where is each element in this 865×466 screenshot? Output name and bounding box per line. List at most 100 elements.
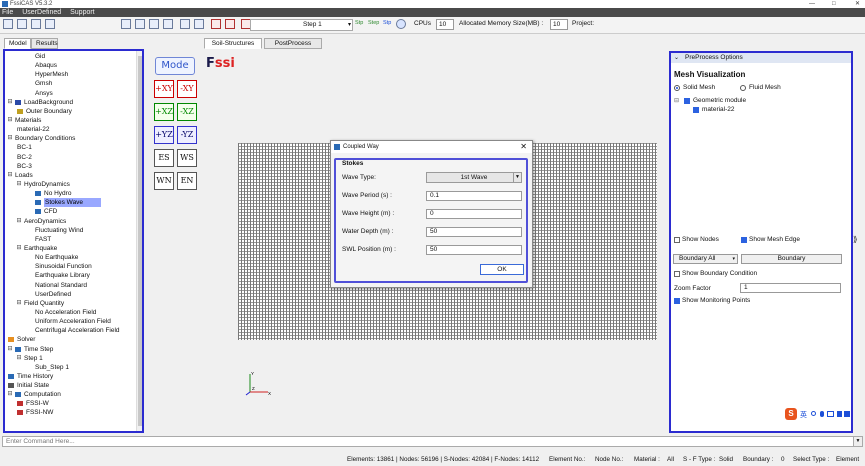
command-input[interactable]: Enter Command Here... [2, 436, 854, 447]
tree-item[interactable]: BC-1 [5, 143, 142, 152]
tree-item[interactable]: Initial State [5, 381, 142, 390]
tree-item[interactable]: FSSI-W [5, 399, 142, 408]
tree-item[interactable]: UserDefined [5, 290, 142, 299]
tree-item[interactable]: HyperMesh [5, 70, 142, 79]
tree-item[interactable]: CFD [5, 207, 142, 216]
view-button-minus-xz[interactable]: -XZ [177, 103, 197, 121]
open-folder-icon[interactable] [17, 19, 27, 29]
tree-item[interactable]: ⊟ AeroDynamics [5, 217, 142, 226]
expand-toggle-icon[interactable]: ⊟ [16, 299, 22, 308]
tree-scrollbar[interactable] [136, 51, 142, 431]
mesh-icon[interactable] [163, 19, 173, 29]
dialog-close-button[interactable]: ✕ [520, 141, 527, 153]
tree-item[interactable]: ⊟ Time Step [5, 345, 142, 354]
menu-file[interactable]: File [2, 9, 13, 16]
collapse-panel-icon[interactable]: ⟫ [853, 235, 863, 247]
tree-item[interactable]: ⊟ Step 1 [5, 354, 142, 363]
expand-toggle-icon[interactable]: ⊟ [7, 134, 13, 143]
dialog-title-bar[interactable]: Coupled Way ✕ [331, 141, 532, 153]
punctuation-icon[interactable] [811, 411, 816, 416]
zoom-factor-input[interactable]: 1 [740, 283, 841, 293]
tree-item[interactable]: Sub_Step 1 [5, 363, 142, 372]
tree-item[interactable]: Time History [5, 372, 142, 381]
shirt-icon[interactable] [837, 411, 842, 417]
expand-toggle-icon[interactable]: ⊟ [16, 244, 22, 253]
view-button-minus-yz[interactable]: -YZ [177, 126, 197, 144]
menu-support[interactable]: Support [70, 9, 95, 16]
tree-item[interactable]: Centrifugal Acceleration Field [5, 326, 142, 335]
tree-item[interactable]: ⊟ Boundary Conditions [5, 134, 142, 143]
tree-item[interactable]: ⊟ HydroDynamics [5, 180, 142, 189]
tree-item[interactable]: No Acceleration Field [5, 308, 142, 317]
tree-item[interactable]: ⊟ Loads [5, 171, 142, 180]
scrollbar-thumb[interactable] [138, 56, 142, 426]
step-button-1[interactable]: Stp [355, 20, 363, 26]
expand-toggle-icon[interactable]: ⊟ [7, 98, 13, 107]
run-icon[interactable] [396, 19, 406, 29]
tree-item[interactable]: ⊟ Computation [5, 390, 142, 399]
view-button-es[interactable]: ES [154, 149, 174, 167]
maximize-button[interactable]: □ [832, 0, 836, 8]
tree-item[interactable]: Stokes Wave [5, 198, 142, 208]
new-file-icon[interactable] [3, 19, 13, 29]
tree-item[interactable]: Gid [5, 52, 142, 61]
tree-item[interactable]: Abaqus [5, 61, 142, 70]
swl-position-input[interactable]: 50 [426, 245, 522, 255]
tree-item[interactable]: Sinusoidal Function [5, 262, 142, 271]
expand-toggle-icon[interactable]: ⊟ [7, 345, 13, 354]
preprocess-header[interactable]: ⌄ PreProcess Options [671, 53, 851, 63]
ime-logo-icon[interactable]: S [785, 408, 797, 420]
memory-input[interactable]: 10 [550, 19, 568, 30]
tab-results[interactable]: Results [31, 38, 58, 49]
expand-toggle-icon[interactable]: ⊟ [16, 354, 22, 363]
boundary-icon[interactable] [194, 19, 204, 29]
view-button-plusminus-yz[interactable]: +YZ [154, 126, 174, 144]
view-button-wn[interactable]: WN [154, 172, 174, 190]
view-button-ws[interactable]: WS [177, 149, 197, 167]
ime-language-label[interactable]: 英 [800, 410, 807, 420]
save-as-icon[interactable] [45, 19, 55, 29]
tab-soil-structures[interactable]: Soil-Structures [204, 38, 262, 49]
show-mesh-edge-checkbox[interactable] [741, 237, 747, 243]
wave-height-input[interactable]: 0 [426, 209, 522, 219]
step-select[interactable]: Step 1 ▾ [250, 19, 353, 31]
step-button-3[interactable]: Stp [383, 20, 391, 26]
show-boundary-condition-checkbox[interactable] [674, 271, 680, 277]
geometric-module-checkbox[interactable] [684, 98, 690, 104]
expand-toggle-icon[interactable]: ⊟ [16, 180, 22, 189]
wave-period-input[interactable]: 0.1 [426, 191, 522, 201]
water-depth-input[interactable]: 50 [426, 227, 522, 237]
tab-postprocess[interactable]: PostProcess [264, 38, 322, 49]
bp2-icon[interactable] [225, 19, 235, 29]
collapse-geometric-icon[interactable]: ⊟ [674, 97, 679, 104]
expand-toggle-icon[interactable]: ⊟ [7, 116, 13, 125]
tree-item[interactable]: material-22 [5, 125, 142, 134]
cpus-input[interactable]: 10 [436, 19, 454, 30]
expand-toggle-icon[interactable]: ⊟ [16, 217, 22, 226]
keyboard-icon[interactable] [827, 411, 834, 417]
fluid-mesh-radio[interactable] [740, 85, 746, 91]
tree-item[interactable]: Solver [5, 335, 142, 344]
grid-view-icon[interactable] [121, 19, 131, 29]
grid-view-3-icon[interactable] [149, 19, 159, 29]
expand-toggle-icon[interactable]: ⊟ [7, 390, 13, 399]
tree-item[interactable]: ⊟ Earthquake [5, 244, 142, 253]
filter-icon[interactable] [180, 19, 190, 29]
ok-button[interactable]: OK [480, 264, 524, 275]
tree-item[interactable]: Gmsh [5, 79, 142, 88]
show-monitoring-checkbox[interactable] [674, 298, 680, 304]
expand-toggle-icon[interactable]: ⊟ [7, 171, 13, 180]
wave-type-select[interactable]: 1st Wave ▼ [426, 172, 522, 183]
tree-item[interactable]: BC-3 [5, 162, 142, 171]
tree-item[interactable]: BC-2 [5, 153, 142, 162]
boundary-all-select[interactable]: Boundary All ▾ [673, 254, 738, 264]
tree-item[interactable]: Uniform Acceleration Field [5, 317, 142, 326]
material-checkbox[interactable] [693, 107, 699, 113]
tree-item[interactable]: Fluctuating Wind [5, 226, 142, 235]
menu-grid-icon[interactable] [844, 411, 850, 417]
show-nodes-checkbox[interactable] [674, 237, 680, 243]
command-history-dropdown[interactable]: ▼ [853, 436, 863, 447]
view-button-plusminus-xz[interactable]: +XZ [154, 103, 174, 121]
view-button-plusminus-xy[interactable]: +XY [154, 80, 174, 98]
close-window-button[interactable]: ✕ [855, 0, 860, 8]
